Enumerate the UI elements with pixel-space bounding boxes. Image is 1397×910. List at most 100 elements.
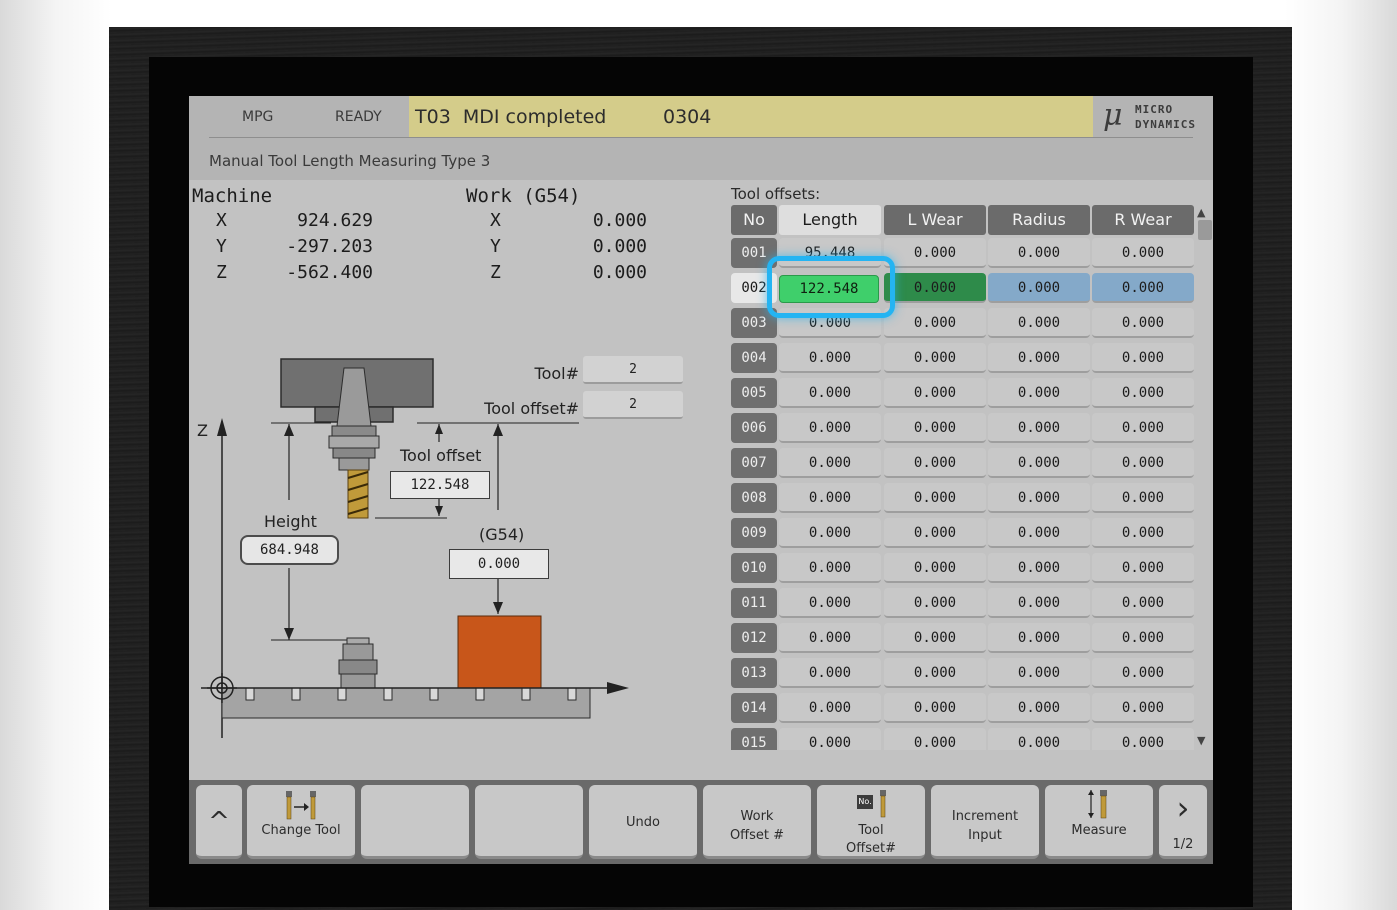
cell-l-wear[interactable]: 0.000 bbox=[884, 238, 986, 268]
cell-r-wear[interactable]: 0.000 bbox=[1092, 343, 1194, 373]
column-r-wear[interactable]: R Wear bbox=[1092, 205, 1194, 235]
scroll-down-icon[interactable]: ▼ bbox=[1197, 734, 1205, 747]
cell-l-wear[interactable]: 0.000 bbox=[884, 378, 986, 408]
cell-r-wear[interactable]: 0.000 bbox=[1092, 378, 1194, 408]
cell-length[interactable]: 0.000 bbox=[779, 553, 881, 583]
column-length[interactable]: Length bbox=[779, 205, 881, 235]
mode-label: MPG bbox=[242, 109, 274, 125]
cell-length[interactable]: 0.000 bbox=[779, 413, 881, 443]
row-number[interactable]: 004 bbox=[731, 343, 777, 373]
row-number[interactable]: 011 bbox=[731, 588, 777, 618]
cell-radius[interactable]: 0.000 bbox=[988, 413, 1090, 443]
cell-radius[interactable]: 0.000 bbox=[988, 308, 1090, 338]
cell-l-wear[interactable]: 0.000 bbox=[884, 728, 986, 750]
cell-radius[interactable]: 0.000 bbox=[988, 273, 1090, 303]
cell-r-wear[interactable]: 0.000 bbox=[1092, 553, 1194, 583]
cell-r-wear[interactable]: 0.000 bbox=[1092, 728, 1194, 750]
cell-radius[interactable]: 0.000 bbox=[988, 378, 1090, 408]
program-number: 0304 bbox=[663, 106, 712, 128]
measure-button[interactable]: Measure bbox=[1045, 785, 1153, 859]
scroll-up-icon[interactable]: ▲ bbox=[1197, 206, 1205, 219]
row-number[interactable]: 005 bbox=[731, 378, 777, 408]
status-message: T03 MDI completed bbox=[415, 106, 607, 128]
row-number[interactable]: 006 bbox=[731, 413, 777, 443]
cell-l-wear[interactable]: 0.000 bbox=[884, 693, 986, 723]
cell-l-wear[interactable]: 0.000 bbox=[884, 553, 986, 583]
row-number[interactable]: 009 bbox=[731, 518, 777, 548]
cell-length[interactable]: 0.000 bbox=[779, 343, 881, 373]
change-tool-button[interactable]: Change Tool bbox=[247, 785, 355, 859]
work-x-axis: X bbox=[490, 210, 501, 231]
status-bar: MPG READY T03 MDI completed 0304 μ MICRO… bbox=[189, 96, 1213, 138]
tool-offset-button[interactable]: No. Tool Offset# bbox=[817, 785, 925, 859]
cell-r-wear[interactable]: 0.000 bbox=[1092, 238, 1194, 268]
cell-radius[interactable]: 0.000 bbox=[988, 728, 1090, 750]
cell-r-wear[interactable]: 0.000 bbox=[1092, 623, 1194, 653]
brand-logo: μ MICRO DYNAMICS bbox=[1093, 96, 1196, 138]
cell-length[interactable]: 0.000 bbox=[779, 483, 881, 513]
cell-l-wear[interactable]: 0.000 bbox=[884, 413, 986, 443]
cell-length[interactable]: 0.000 bbox=[779, 658, 881, 688]
cell-l-wear[interactable]: 0.000 bbox=[884, 518, 986, 548]
cell-length[interactable]: 0.000 bbox=[779, 728, 881, 750]
cell-l-wear[interactable]: 0.000 bbox=[884, 448, 986, 478]
cell-length[interactable]: 0.000 bbox=[779, 693, 881, 723]
cell-radius[interactable]: 0.000 bbox=[988, 588, 1090, 618]
cell-r-wear[interactable]: 0.000 bbox=[1092, 273, 1194, 303]
cell-r-wear[interactable]: 0.000 bbox=[1092, 483, 1194, 513]
cell-radius[interactable]: 0.000 bbox=[988, 693, 1090, 723]
next-page-button[interactable]: › 1/2 bbox=[1159, 785, 1207, 859]
scrollbar-thumb[interactable] bbox=[1198, 220, 1212, 240]
cell-radius[interactable]: 0.000 bbox=[988, 658, 1090, 688]
column-radius[interactable]: Radius bbox=[988, 205, 1090, 235]
page-up-button[interactable]: ^ bbox=[196, 785, 242, 859]
cell-radius[interactable]: 0.000 bbox=[988, 238, 1090, 268]
row-number[interactable]: 010 bbox=[731, 553, 777, 583]
cell-l-wear[interactable]: 0.000 bbox=[884, 343, 986, 373]
cell-l-wear[interactable]: 0.000 bbox=[884, 308, 986, 338]
column-l-wear[interactable]: L Wear bbox=[884, 205, 986, 235]
cell-l-wear[interactable]: 0.000 bbox=[884, 623, 986, 653]
softkey-empty-1[interactable] bbox=[361, 785, 469, 859]
machine-x-value: 924.629 bbox=[297, 210, 373, 231]
row-number[interactable]: 007 bbox=[731, 448, 777, 478]
cell-l-wear[interactable]: 0.000 bbox=[884, 658, 986, 688]
cell-r-wear[interactable]: 0.000 bbox=[1092, 308, 1194, 338]
tool-offset-label-2: Offset# bbox=[846, 841, 896, 856]
increment-input-button[interactable]: Increment Input bbox=[931, 785, 1039, 859]
machine-x-axis: X bbox=[216, 210, 227, 231]
cell-r-wear[interactable]: 0.000 bbox=[1092, 693, 1194, 723]
cell-length[interactable]: 0.000 bbox=[779, 518, 881, 548]
mu-logo-icon: μ bbox=[1103, 98, 1123, 133]
cell-length[interactable]: 0.000 bbox=[779, 588, 881, 618]
row-number[interactable]: 008 bbox=[731, 483, 777, 513]
row-number[interactable]: 012 bbox=[731, 623, 777, 653]
cell-radius[interactable]: 0.000 bbox=[988, 553, 1090, 583]
brand-line-2: DYNAMICS bbox=[1135, 118, 1196, 131]
row-number[interactable]: 014 bbox=[731, 693, 777, 723]
cell-length[interactable]: 0.000 bbox=[779, 378, 881, 408]
cell-radius[interactable]: 0.000 bbox=[988, 483, 1090, 513]
row-number[interactable]: 013 bbox=[731, 658, 777, 688]
work-x-value: 0.000 bbox=[592, 210, 647, 231]
cell-radius[interactable]: 0.000 bbox=[988, 343, 1090, 373]
cell-l-wear[interactable]: 0.000 bbox=[884, 588, 986, 618]
undo-button[interactable]: Undo bbox=[589, 785, 697, 859]
cell-r-wear[interactable]: 0.000 bbox=[1092, 658, 1194, 688]
mode-area: MPG READY bbox=[209, 96, 409, 138]
softkey-empty-2[interactable] bbox=[475, 785, 583, 859]
cell-radius[interactable]: 0.000 bbox=[988, 448, 1090, 478]
cnc-screen: MPG READY T03 MDI completed 0304 μ MICRO… bbox=[189, 96, 1213, 864]
cell-r-wear[interactable]: 0.000 bbox=[1092, 518, 1194, 548]
cell-radius[interactable]: 0.000 bbox=[988, 518, 1090, 548]
cell-l-wear[interactable]: 0.000 bbox=[884, 483, 986, 513]
cell-r-wear[interactable]: 0.000 bbox=[1092, 448, 1194, 478]
cell-length[interactable]: 0.000 bbox=[779, 623, 881, 653]
cell-radius[interactable]: 0.000 bbox=[988, 623, 1090, 653]
cell-length[interactable]: 0.000 bbox=[779, 448, 881, 478]
work-offset-button[interactable]: Work Offset # bbox=[703, 785, 811, 859]
row-number[interactable]: 015 bbox=[731, 728, 777, 750]
cell-r-wear[interactable]: 0.000 bbox=[1092, 588, 1194, 618]
cell-l-wear[interactable]: 0.000 bbox=[884, 273, 986, 303]
cell-r-wear[interactable]: 0.000 bbox=[1092, 413, 1194, 443]
